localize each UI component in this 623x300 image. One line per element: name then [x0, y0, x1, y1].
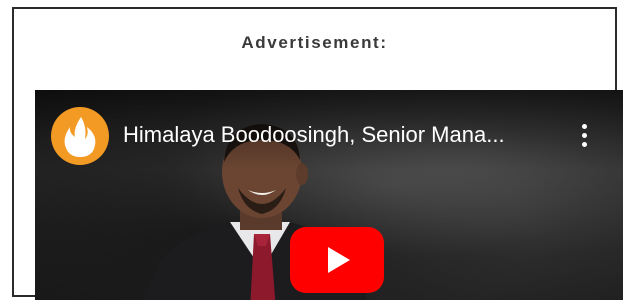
more-vert-icon[interactable] [578, 124, 590, 154]
youtube-play-icon [328, 247, 350, 273]
ad-container: Advertisement: Himalaya Boodoosingh, Sen… [12, 7, 623, 300]
video-embed[interactable]: Himalaya Boodoosingh, Senior Mana... [35, 90, 623, 300]
flame-icon [64, 117, 96, 157]
video-title[interactable]: Himalaya Boodoosingh, Senior Mana... [123, 122, 505, 148]
advertisement-label: Advertisement: [241, 33, 388, 52]
channel-logo[interactable] [51, 107, 109, 165]
play-button[interactable] [290, 227, 384, 293]
